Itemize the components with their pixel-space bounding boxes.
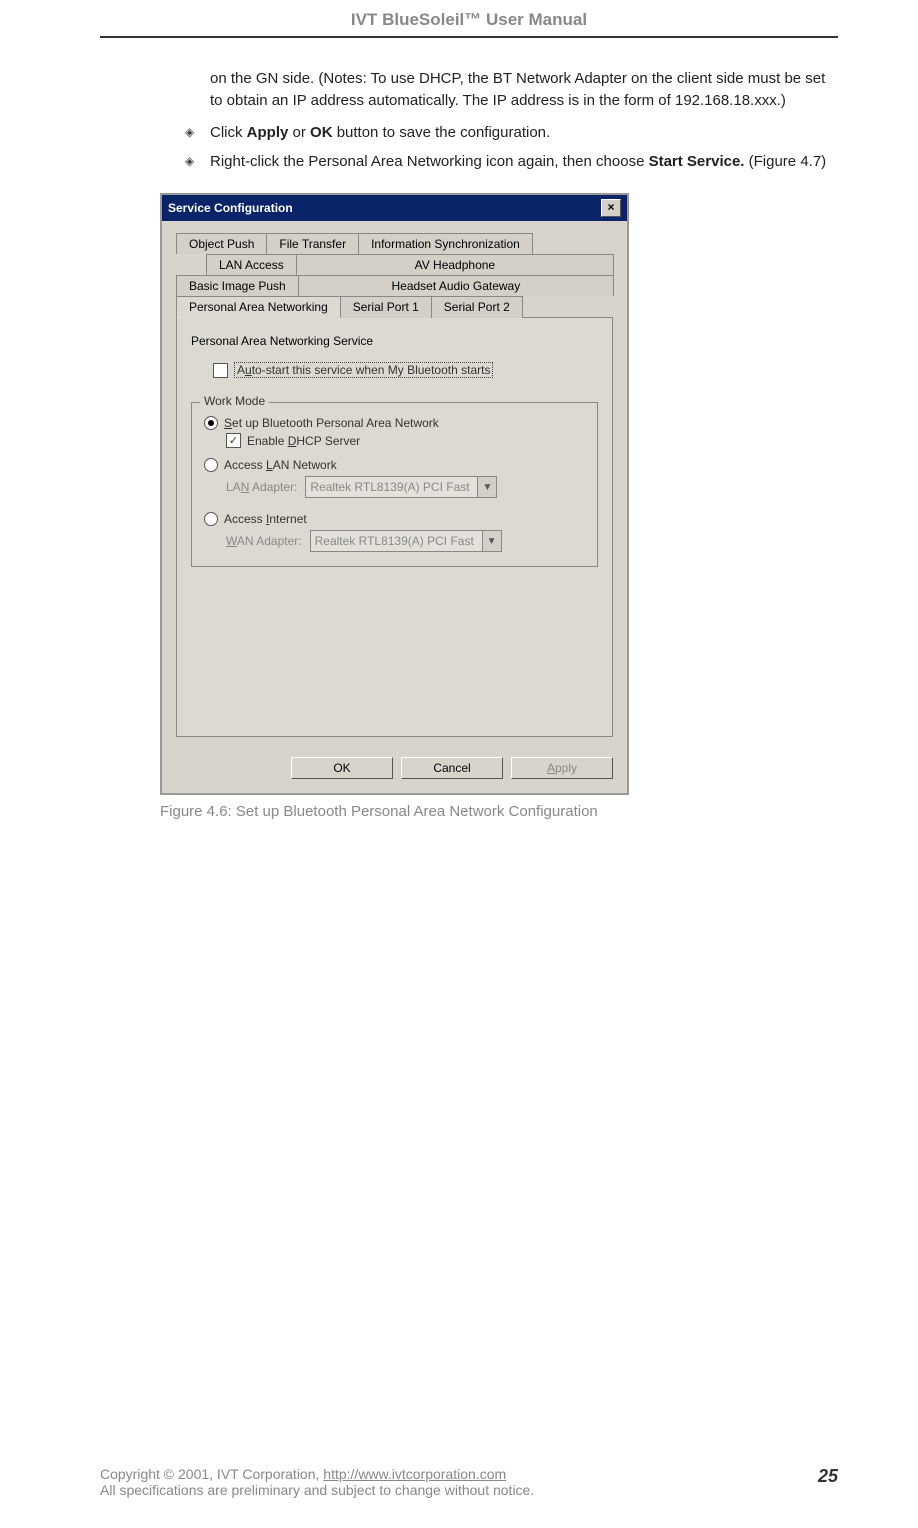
bullet-icon: ◈ — [185, 151, 210, 173]
dhcp-label: Enable DHCP Server — [247, 434, 360, 448]
close-icon[interactable]: × — [601, 199, 621, 217]
lan-adapter-label: LAN Adapter: — [226, 480, 297, 494]
bullet-icon: ◈ — [185, 122, 210, 144]
doc-header-title: IVT BlueSoleil™ User Manual — [100, 10, 838, 36]
bullet1-mid: or — [288, 124, 310, 141]
tab-av-headphone[interactable]: AV Headphone — [296, 254, 614, 275]
dialog-title: Service Configuration — [168, 201, 293, 215]
wan-adapter-combo[interactable]: Realtek RTL8139(A) PCI Fast ▼ — [310, 530, 502, 552]
dhcp-checkbox[interactable]: ✓ — [226, 433, 241, 448]
radio-access-lan[interactable] — [204, 458, 218, 472]
radio-access-internet-label: Access Internet — [224, 512, 307, 526]
cancel-button[interactable]: Cancel — [401, 757, 503, 779]
footer-copyright: Copyright © 2001, IVT Corporation, — [100, 1466, 323, 1482]
lan-adapter-value: Realtek RTL8139(A) PCI Fast — [306, 480, 477, 494]
autostart-label: Auto-start this service when My Bluetoot… — [234, 362, 493, 378]
chevron-down-icon[interactable]: ▼ — [482, 531, 501, 551]
figure-caption: Figure 4.6: Set up Bluetooth Personal Ar… — [160, 803, 838, 820]
tab-file-transfer[interactable]: File Transfer — [266, 233, 359, 254]
wan-adapter-value: Realtek RTL8139(A) PCI Fast — [311, 534, 482, 548]
bullet1-bold2: OK — [310, 124, 333, 141]
pane-heading: Personal Area Networking Service — [191, 334, 598, 348]
bullet-item-2: Right-click the Personal Area Networking… — [210, 151, 838, 173]
bullet1-bold1: Apply — [247, 124, 289, 141]
radio-access-lan-label: Access LAN Network — [224, 458, 337, 472]
workmode-legend: Work Mode — [200, 394, 269, 408]
radio-access-internet[interactable] — [204, 512, 218, 526]
footer-link[interactable]: http://www.ivtcorporation.com — [323, 1466, 506, 1482]
tab-lan-access[interactable]: LAN Access — [206, 254, 297, 275]
tab-headset-gateway[interactable]: Headset Audio Gateway — [298, 275, 614, 296]
ok-button[interactable]: OK — [291, 757, 393, 779]
footer-disclaimer: All specifications are preliminary and s… — [100, 1482, 838, 1498]
apply-button[interactable]: Apply — [511, 757, 613, 779]
bullet2-bold: Start Service. — [649, 153, 745, 170]
radio-setup-pan[interactable] — [204, 416, 218, 430]
paragraph-continuation: on the GN side. (Notes: To use DHCP, the… — [210, 68, 838, 112]
tab-serial-port-1[interactable]: Serial Port 1 — [340, 296, 432, 318]
lan-adapter-combo[interactable]: Realtek RTL8139(A) PCI Fast ▼ — [305, 476, 497, 498]
wan-adapter-label: WAN Adapter: — [226, 534, 302, 548]
tab-pan[interactable]: Personal Area Networking — [176, 296, 341, 318]
bullet2-post: (Figure 4.7) — [744, 153, 826, 170]
tab-info-sync[interactable]: Information Synchronization — [358, 233, 533, 254]
bullet1-post: button to save the configuration. — [333, 124, 551, 141]
header-rule — [100, 36, 838, 38]
radio-setup-pan-label: Set up Bluetooth Personal Area Network — [224, 416, 439, 430]
tab-object-push[interactable]: Object Push — [176, 233, 267, 254]
chevron-down-icon[interactable]: ▼ — [477, 477, 496, 497]
bullet2-pre: Right-click the Personal Area Networking… — [210, 153, 649, 170]
tab-basic-image-push[interactable]: Basic Image Push — [176, 275, 299, 296]
bullet1-pre: Click — [210, 124, 247, 141]
service-config-dialog: Service Configuration × Object Push File… — [160, 193, 629, 795]
bullet-item-1: Click Apply or OK button to save the con… — [210, 122, 838, 144]
page-footer: 25 Copyright © 2001, IVT Corporation, ht… — [100, 1466, 838, 1498]
page-number: 25 — [818, 1466, 838, 1487]
autostart-checkbox[interactable] — [213, 363, 228, 378]
tab-serial-port-2[interactable]: Serial Port 2 — [431, 296, 523, 318]
